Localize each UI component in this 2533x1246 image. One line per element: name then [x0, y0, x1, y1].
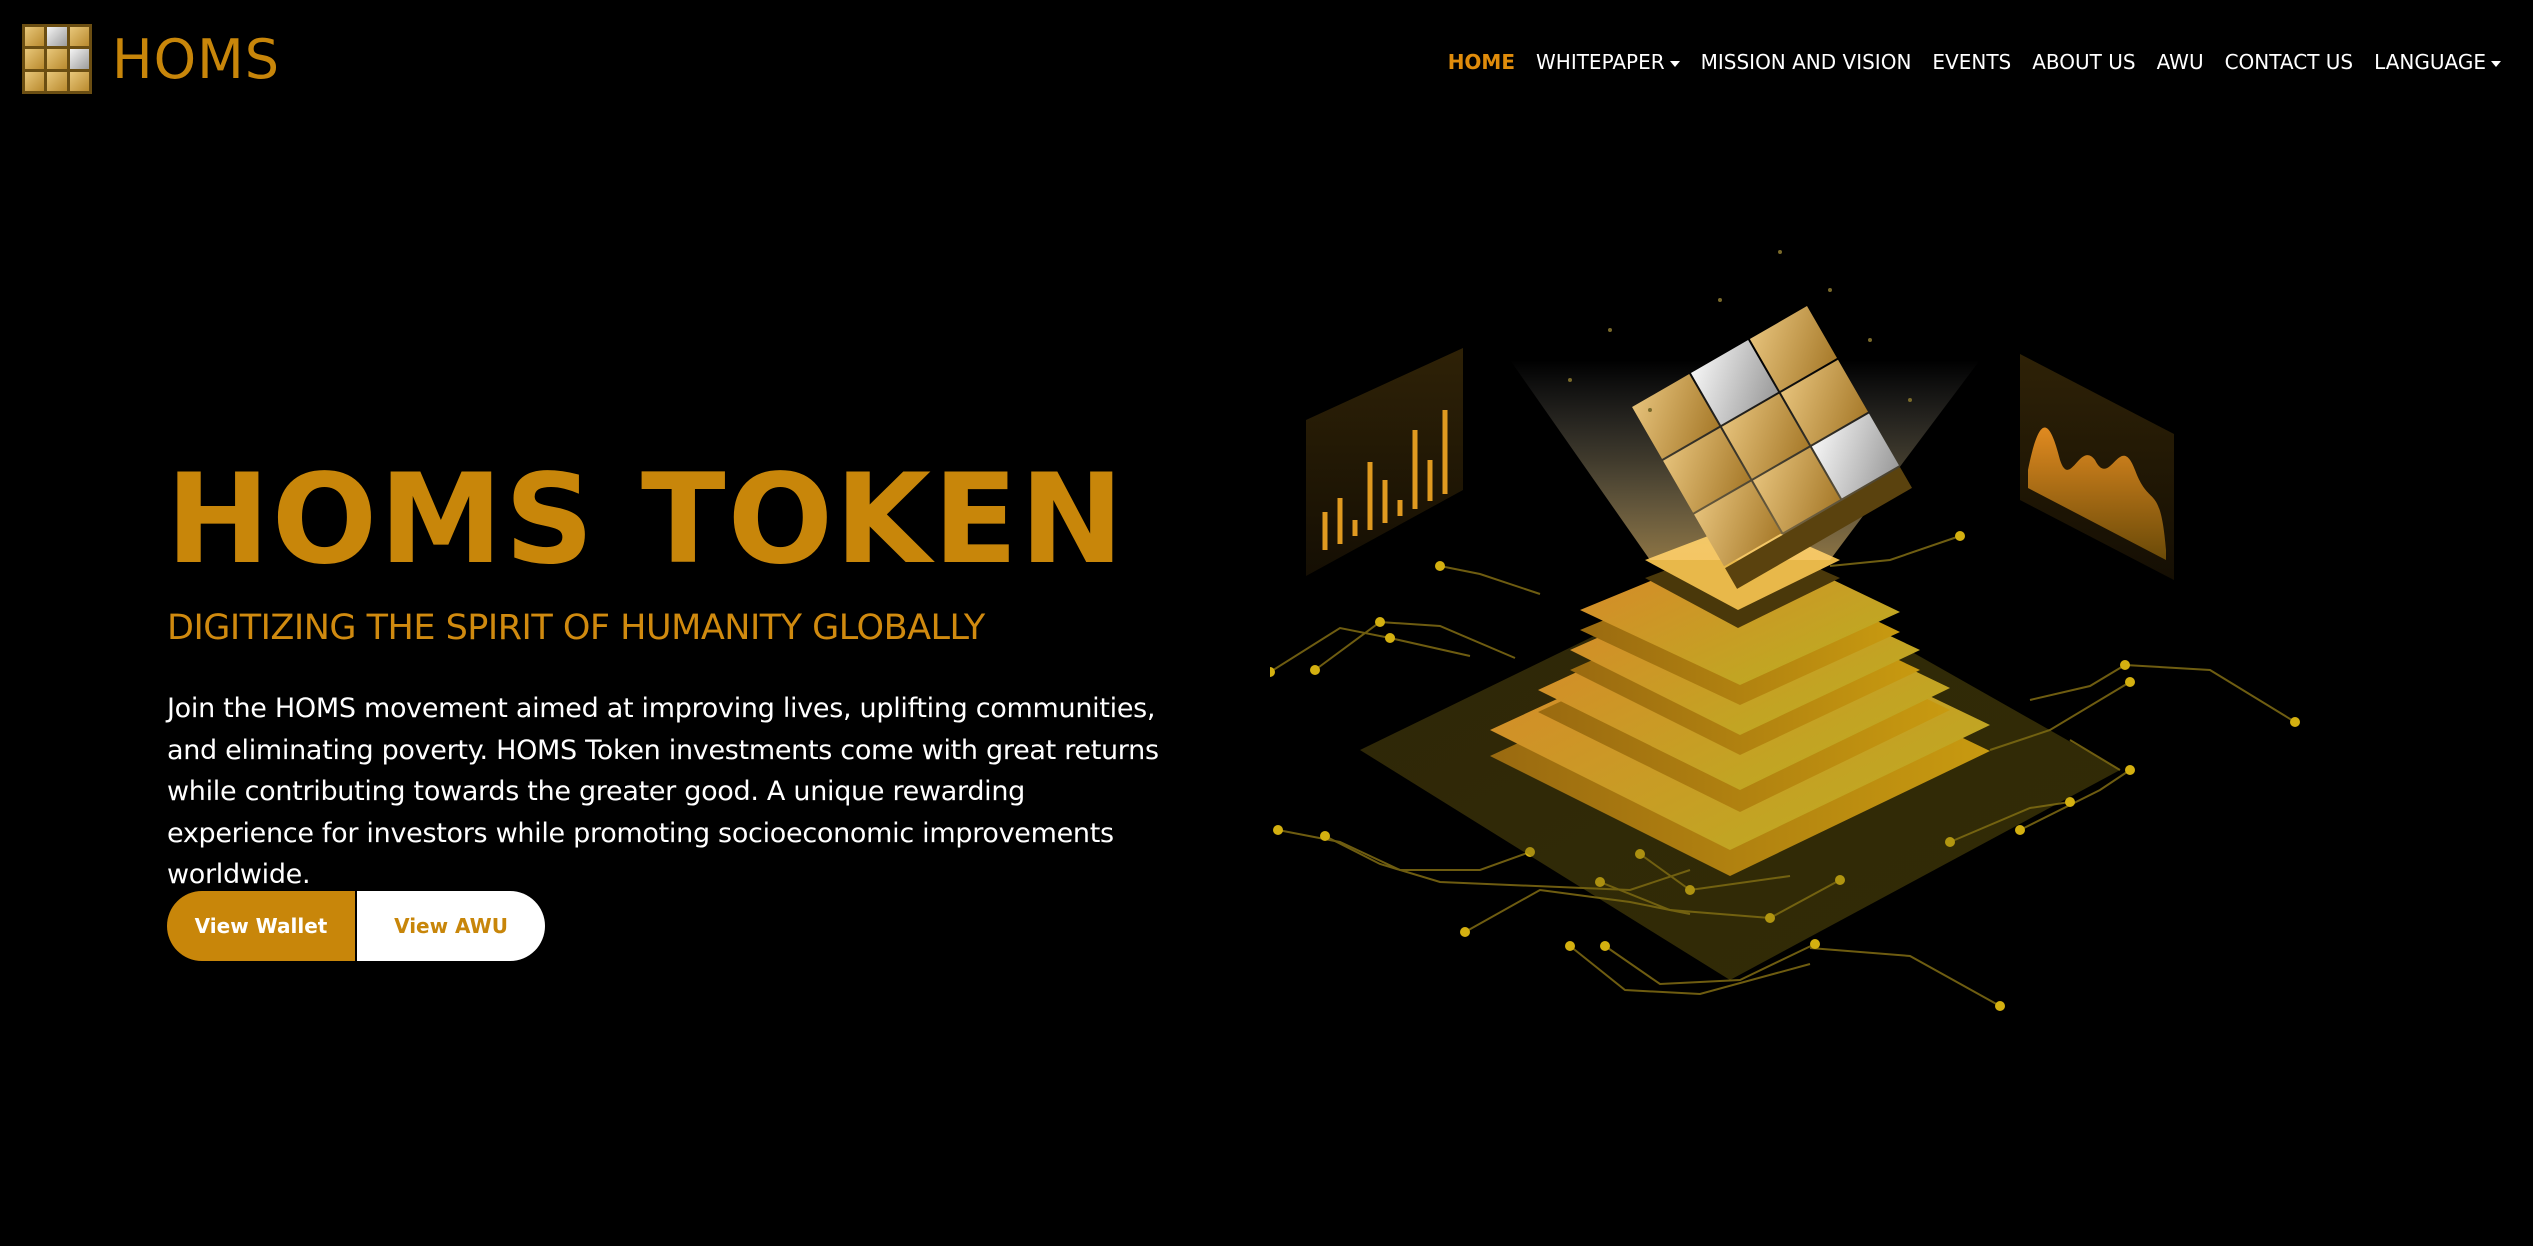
nav-item-home[interactable]: HOME [1448, 50, 1515, 74]
nav-item-whitepaper[interactable]: WHITEPAPER [1536, 50, 1680, 74]
isometric-token-platform-illustration [1270, 250, 2300, 1011]
brand-name: HOMS [112, 27, 280, 91]
page: HOMS HOME WHITEPAPER MISSION AND VISION … [0, 0, 2533, 1246]
nav-item-about-us[interactable]: ABOUT US [2032, 50, 2135, 74]
hero-button-group: View Wallet View AWU [167, 891, 545, 961]
hero-subtitle: DIGITIZING THE SPIRIT OF HUMANITY GLOBAL… [167, 608, 985, 648]
brand-logo-link[interactable]: HOMS [22, 24, 280, 94]
view-awu-button[interactable]: View AWU [357, 891, 545, 961]
nav-item-awu[interactable]: AWU [2157, 50, 2204, 74]
view-wallet-button[interactable]: View Wallet [167, 891, 355, 961]
navbar: HOMS HOME WHITEPAPER MISSION AND VISION … [0, 0, 2533, 110]
nav-item-mission-and-vision[interactable]: MISSION AND VISION [1701, 50, 1912, 74]
hero-description: Join the HOMS movement aimed at improvin… [167, 693, 1159, 890]
nav-item-events[interactable]: EVENTS [1932, 50, 2011, 74]
gold-tile-grid-icon [22, 24, 92, 94]
nav-item-contact-us[interactable]: CONTACT US [2225, 50, 2354, 74]
hero-title: HOMS TOKEN [166, 448, 1126, 592]
caret-down-icon [1669, 60, 1680, 67]
caret-down-icon [2491, 60, 2501, 67]
nav-item-language[interactable]: LANGUAGE [2374, 50, 2501, 74]
nav-menu: HOME WHITEPAPER MISSION AND VISION EVENT… [1427, 50, 2501, 74]
